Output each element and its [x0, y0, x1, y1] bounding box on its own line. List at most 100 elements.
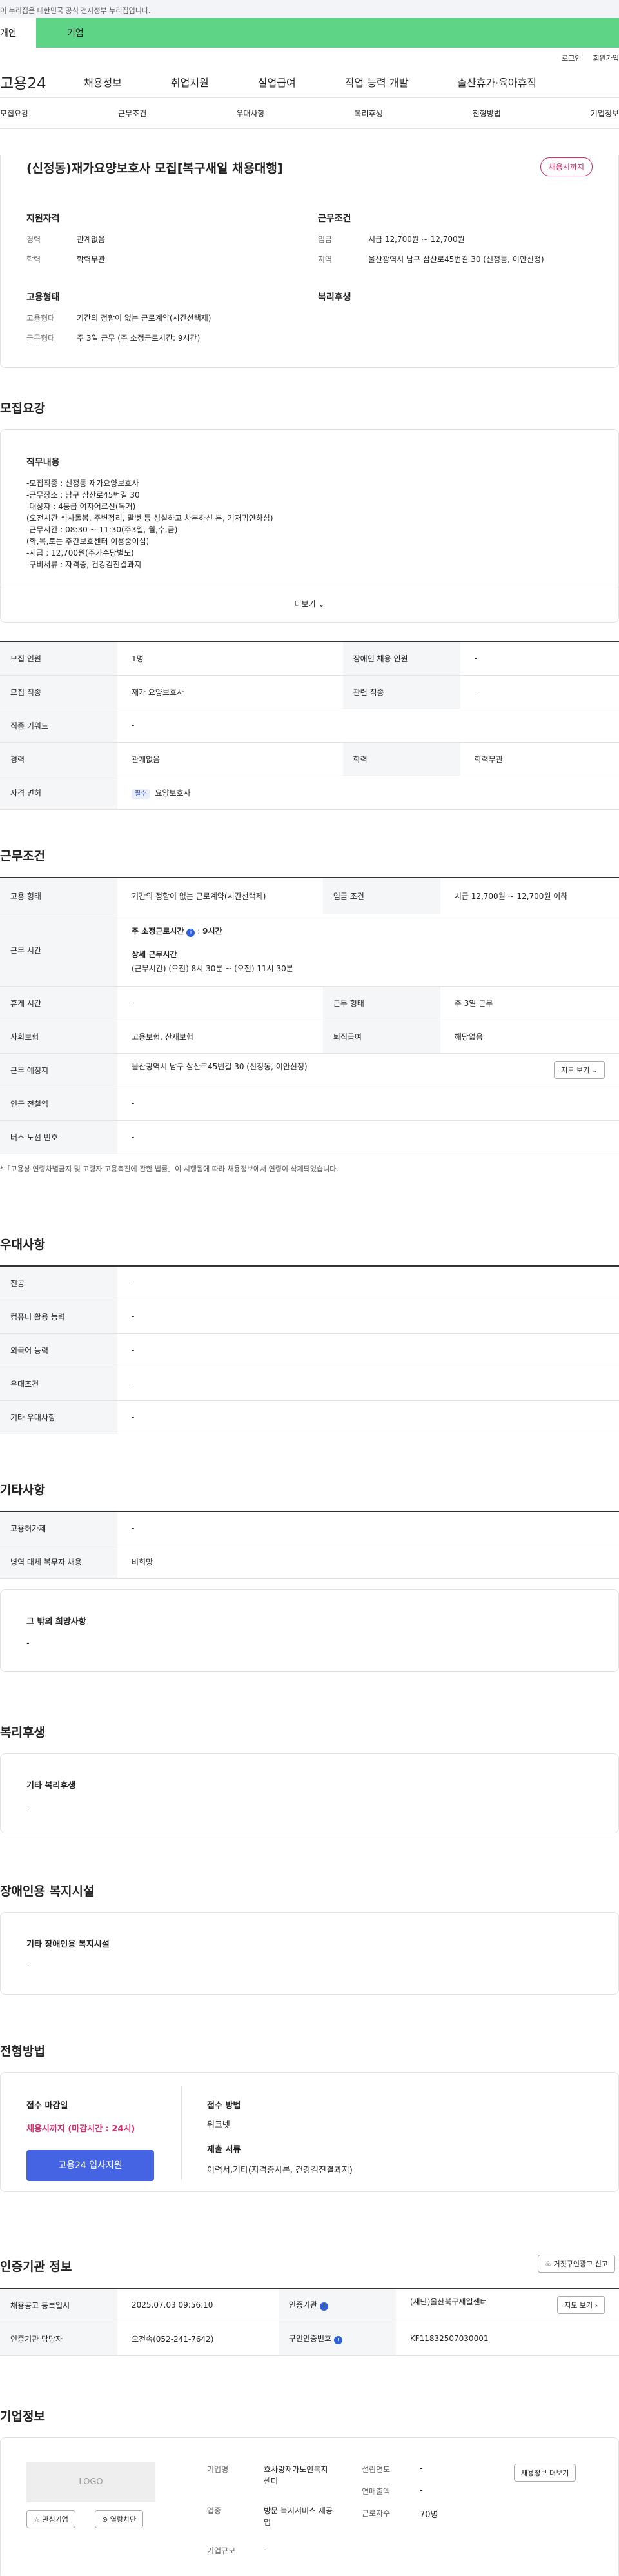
condition-table: 고용 형태 기간의 정함이 없는 근로계약(시간선택제) 임금 조건 시급 12,70… [0, 877, 619, 1154]
ins-value: 고용보험, 산재보험 [117, 1020, 323, 1054]
welfare-sub: 기타 복리후생 [26, 1781, 76, 1791]
table-row: 자격 면허 필수 요양보호사 [0, 776, 619, 810]
tab-company[interactable]: 기업 [36, 18, 619, 48]
worktype-label: 근무형태 [26, 334, 55, 343]
disability-section: 장애인용 복지시설 기타 장애인용 복지시설 - [0, 1882, 619, 1995]
info-icon[interactable]: i [334, 2336, 343, 2344]
gnb-item-benefit[interactable]: 실업급여 [258, 74, 296, 90]
pref-label-language: 외국어 능력 [0, 1333, 117, 1367]
disability-title: 장애인용 복지시설 [0, 1884, 95, 1898]
pref-value-major: - [117, 1266, 619, 1300]
table-row: 컴퓨터 활용 능력 - [0, 1300, 619, 1334]
report-button[interactable]: ♧ 거짓구인광고 신고 [538, 2255, 615, 2273]
duty-content: -모집직종 : 신정동 재가요양보호사 -근무장소 : 남구 삼산로45번길 3… [26, 479, 273, 569]
bell-icon: ♧ [545, 2260, 552, 2268]
disability-card: 기타 장애인용 복지시설 - [0, 1912, 619, 1995]
est-value: - [420, 2464, 423, 2473]
docs-value: 이력서,기타(자격증사본, 건강검진결과지) [207, 2166, 353, 2175]
info-icon[interactable]: i [319, 2302, 328, 2311]
table-row: 모집 인원 1명 장애인 채용 인원 - [0, 641, 619, 676]
emp-label: 근로자수 [362, 2509, 391, 2518]
pref-label-etc: 기타 우대사항 [0, 1400, 117, 1434]
gnb-item-support[interactable]: 취업지원 [171, 74, 209, 90]
ins-label: 사회보험 [0, 1020, 117, 1054]
retire-label: 퇴직급여 [322, 1020, 440, 1054]
condition-section-title: 근무조건 [0, 849, 45, 863]
table-row: 인근 전철역 - [0, 1087, 619, 1121]
section-tab-recruit[interactable]: 모집요강 [0, 108, 28, 119]
employment-title: 고용형태 [26, 292, 60, 303]
tab-person[interactable]: 개인 [0, 18, 36, 48]
section-tab-process[interactable]: 전형방법 [473, 108, 501, 119]
size-value: - [264, 2545, 267, 2555]
area-label: 지역 [318, 255, 333, 264]
pref-value-etc: - [117, 1400, 619, 1434]
section-tab-welfare[interactable]: 복리후생 [354, 108, 382, 119]
qualification-title: 지원자격 [26, 214, 60, 224]
login-link[interactable]: 로그인 [562, 54, 581, 63]
join-link[interactable]: 회원가입 [593, 54, 619, 63]
emp-value: 70명 [420, 2510, 438, 2520]
detail-hours-label: 상세 근무시간 [132, 950, 177, 959]
etc-label-military: 병역 대체 복무자 채용 [0, 1545, 117, 1579]
org-label: 인증기관 [288, 2300, 317, 2310]
disabled-value: - [460, 641, 619, 676]
gnb-item-jobs[interactable]: 채용정보 [84, 74, 122, 90]
cname-value: 효사랑재가노인복지센터 [264, 2465, 328, 2486]
welfare-title: 복리후생 [0, 1726, 45, 1740]
ctime-label: 근무 시간 [0, 914, 117, 987]
table-row: 모집 직종 재가 요양보호사 관련 직종 - [0, 675, 619, 709]
etc-section: 기타사항 고용허가제 - 병역 대체 복무자 채용 비희망 그 밖의 희망사항 - [0, 1480, 619, 1672]
job-title: (신정동)재가요양보호사 모집[복구새일 채용대행] [26, 161, 283, 176]
code-label: 직종 키워드 [0, 709, 117, 743]
table-row: 직종 키워드 - [0, 709, 619, 743]
pref-table: 전공 - 컴퓨터 활용 능력 - 외국어 능력 - 우대조건 - 기타 우대사항 - [0, 1265, 619, 1434]
apply-button[interactable]: 고용24 입사지원 [26, 2150, 154, 2181]
table-row: 사회보험 고용보험, 산재보험 퇴직급여 해당없음 [0, 1020, 619, 1054]
cwage-label: 임금 조건 [322, 878, 440, 914]
section-tab-pref[interactable]: 우대사항 [236, 108, 264, 119]
gov-notice: 이 누리집은 대한민국 공식 전자정부 누리집입니다. [0, 6, 151, 15]
more-button[interactable]: 더보기 ⌄ [1, 585, 618, 622]
org-value: (재단)울산북구새일센터 [409, 2297, 487, 2307]
rest-value: - [117, 986, 323, 1020]
table-row: 근무 시간 주 소정근로시간 i : 9시간 상세 근무시간 (근무시간) (오전… [0, 914, 619, 987]
certno-label: 구인인증번호 [288, 2334, 332, 2343]
util-links: 로그인 회원가입 [0, 48, 619, 66]
edu-value-2: 학력무관 [460, 742, 619, 776]
gnb-item-training[interactable]: 직업 능력 개발 [345, 74, 409, 90]
job-value: 재가 요양보호사 [117, 675, 343, 709]
agency-map-button[interactable]: 지도 보기 › [557, 2296, 605, 2315]
agency-table: 채용공고 등록일시 2025.07.03 09:56:10 인증기관 i (재단)울산북… [0, 2288, 619, 2356]
info-icon[interactable]: i [186, 929, 195, 937]
pref-value-computer: - [117, 1300, 619, 1334]
process-card: 접수 마감일 채용시까지 (마감시간 : 24시) 고용24 입사지원 접수 방… [0, 2072, 619, 2192]
company-title: 기업정보 [0, 2410, 45, 2424]
hope-card: 그 밖의 희망사항 - [0, 1589, 619, 1672]
section-tab-cond[interactable]: 근무조건 [118, 108, 146, 119]
manager-value: 오전속(052-241-7642) [117, 2322, 279, 2356]
exp-label: 경력 [26, 235, 41, 244]
gnb-item-leave[interactable]: 출산휴가·육아휴직 [457, 74, 536, 90]
table-row: 기타 우대사항 - [0, 1400, 619, 1434]
map-button[interactable]: 지도 보기 ⌄ [554, 1061, 605, 1079]
retire-value: 해당없음 [440, 1020, 619, 1054]
site-logo[interactable]: 고용24 [0, 71, 84, 93]
process-section: 전형방법 접수 마감일 채용시까지 (마감시간 : 24시) 고용24 입사지원… [0, 2042, 619, 2192]
table-row: 전공 - [0, 1266, 619, 1300]
company-jobs-button[interactable]: 채용정보 더보기 [514, 2464, 576, 2482]
week-hours-value: 9시간 [202, 927, 222, 936]
wage-label: 임금 [318, 235, 333, 244]
method-label: 접수 방법 [207, 2101, 241, 2111]
pref-label-major: 전공 [0, 1266, 117, 1300]
fav-label: 관심기업 [42, 2515, 68, 2524]
job-label: 모집 직종 [0, 675, 117, 709]
table-row: 근무 예정지 울산광역시 남구 삼산로45번길 30 (신정동, 이안신정) 지도 … [0, 1053, 619, 1087]
est-label: 설립연도 [362, 2465, 391, 2474]
etc-title: 기타사항 [0, 1483, 45, 1497]
block-button[interactable]: ⊘ 열람차단 [95, 2510, 144, 2528]
worktype-value: 주 3일 근무 (주 소정근로시간: 9시간) [77, 334, 201, 343]
fav-button[interactable]: ☆ 관심기업 [26, 2510, 75, 2528]
code-value: - [117, 709, 619, 743]
section-tab-company[interactable]: 기업정보 [591, 108, 619, 119]
